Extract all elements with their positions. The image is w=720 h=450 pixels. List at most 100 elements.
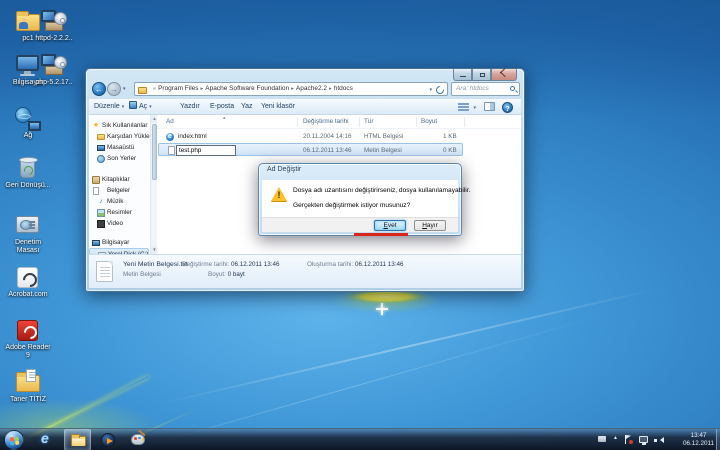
breadcrumb-arrow-icon[interactable]: ▸ [327,86,334,92]
address-bar-row: ← → ▾ «Program Files▸Apache Software Fou… [90,82,520,97]
file-name: index.html [178,130,207,143]
start-button[interactable] [4,430,24,450]
breadcrumb-segment[interactable]: Program Files [158,85,198,92]
details-size: Boyut: 0 bayt [208,270,245,279]
menu-eposta[interactable]: E-posta [210,99,234,114]
computer-icon-small [92,240,100,246]
forward-button[interactable]: → [107,82,121,96]
column-header-modified[interactable]: Değiştirme tarihi [303,116,349,128]
details-modified: Değiştirme tarihi: 06.12.2011 13:46 [182,260,280,269]
rename-input[interactable] [176,145,236,156]
column-header-type[interactable]: Tür [364,116,373,128]
desktop-icon-httpd-installer[interactable]: httpd-2.2.2.. [30,10,78,43]
sidebar-item-downloads[interactable]: Karşıdan Yüklem [89,131,157,142]
refresh-icon[interactable] [434,84,445,95]
navigation-scrollbar[interactable]: ▲ ▼ [150,115,157,254]
show-desktop-button[interactable] [716,429,720,450]
desktop: pc1 httpd-2.2.2.. Bilgisayar php-5.2.17.… [0,0,720,450]
column-header-size[interactable]: Boyut [421,116,437,128]
menu-yaz[interactable]: Yaz [241,99,253,114]
search-box[interactable]: Ara: htdocs [451,82,520,96]
help-icon[interactable]: ? [502,102,513,113]
sidebar-item-videos[interactable]: Video [89,218,157,229]
column-header-name[interactable]: Ad [166,116,174,128]
taskbar-windows-explorer-active[interactable] [64,429,91,450]
sidebar-item-pictures[interactable]: Resimler [89,207,157,218]
address-dropdown-icon[interactable]: ▾ [429,87,432,93]
desktop-icon-label: Taner TİTİZ [4,396,52,404]
recycle-bin-icon [15,157,41,181]
desktop-icon-network[interactable]: Ağ [4,107,52,140]
device-tray-icon[interactable] [598,436,606,442]
installer-icon [41,10,67,34]
no-button[interactable]: Hayır [414,220,446,231]
desktop-icon-adobe-reader[interactable]: Adobe Reader 9 [4,319,52,359]
wallpaper-sparkle [376,303,388,315]
sidebar-item-recent[interactable]: Son Yerler [89,153,157,164]
chevron-down-icon: ▾ [147,104,152,110]
breadcrumb-arrow-icon[interactable]: ▸ [289,86,296,92]
desktop-icon-label: Adobe Reader 9 [4,344,52,359]
sidebar-item-music[interactable]: ♪Müzik [89,196,157,207]
file-modified: 20.11.2004 14:16 [303,130,352,143]
volume-icon[interactable] [660,437,664,443]
action-center-icon[interactable] [625,435,632,444]
rename-dialog: Ad Değiştir Dosya adı uzantısını değişti… [258,163,462,236]
pictures-icon [97,209,105,217]
address-bar[interactable]: «Program Files▸Apache Software Foundatio… [134,82,448,96]
html-file-icon: e [166,133,174,141]
desktop-icon-taner-folder[interactable]: Taner TİTİZ [4,371,52,404]
star-icon: ★ [92,122,100,130]
search-icon[interactable] [510,86,515,91]
scrollbar-thumb[interactable] [152,124,157,180]
dialog-body: Dosya adı uzantısını değiştirirseniz, do… [262,180,458,219]
maximize-button[interactable] [472,69,491,81]
menu-yeni-klasor[interactable]: Yeni klasör [261,99,295,114]
yes-button[interactable]: Evet [374,220,406,231]
desktop-icon-recycle-bin[interactable]: Geri Dönüşü... [4,157,52,190]
taskbar-paint[interactable] [124,429,151,450]
breadcrumb-segment[interactable]: Apache2.2 [296,85,327,92]
text-file-icon-large [96,261,113,282]
file-row-test-php-selected[interactable]: 06.12.2011 13:46 Metin Belgesi 0 KB [158,143,463,156]
desktop-icon-php-installer[interactable]: php-5.2.17.. [30,54,78,87]
show-hidden-icons[interactable]: ▲ [613,435,618,441]
recent-pages-dropdown-icon[interactable]: ▾ [123,86,126,92]
documents-folder-icon [15,371,41,395]
views-dropdown-icon[interactable]: ▾ [473,105,476,111]
menu-yazdir[interactable]: Yazdır [180,99,200,114]
folder-icon [138,87,147,94]
taskbar: e ▲ 13:47 06.12.2011 [0,428,720,450]
preview-pane-icon[interactable] [484,102,495,111]
breadcrumb-overflow-icon[interactable]: « [151,86,158,92]
search-placeholder: Ara: htdocs [456,83,489,95]
navigation-pane: ★Sık Kullanılanlar Karşıdan Yüklem Masaü… [89,115,157,254]
taskbar-media-player[interactable] [94,429,121,450]
recent-places-icon [97,155,105,163]
menu-ac[interactable]: Aç▾ [129,99,152,114]
clock[interactable]: 13:47 06.12.2011 [683,432,714,448]
views-icon[interactable] [458,103,469,111]
taskbar-internet-explorer[interactable]: e [34,429,61,450]
minimize-button[interactable] [453,69,472,81]
sidebar-item-computer[interactable]: Bilgisayar [89,237,157,248]
network-tray-icon[interactable] [639,436,648,443]
breadcrumb-segment[interactable]: Apache Software Foundation [205,85,289,92]
sidebar-item-libraries[interactable]: Kitaplıklar [89,174,157,185]
menu-duzenle[interactable]: Düzenle▾ [94,99,124,114]
back-button[interactable]: ← [92,82,106,96]
red-underline-annotation [354,233,408,236]
desktop-icon-control-panel[interactable]: Denetim Masası [4,214,52,254]
close-button[interactable] [491,69,517,81]
command-bar: Düzenle▾ Aç▾ Yazdır E-posta Yaz Yeni kla… [89,99,521,115]
details-filename: Yeni Metin Belgesi.txt [123,260,188,269]
sidebar-item-documents[interactable]: Belgeler [89,185,157,196]
desktop-icon-acrobat-com[interactable]: Acrobat.com [4,266,52,299]
file-row-index-html[interactable]: e index.html 20.11.2004 14:16 HTML Belge… [158,130,463,143]
breadcrumb[interactable]: «Program Files▸Apache Software Foundatio… [151,83,353,95]
details-pane: Yeni Metin Belgesi.txt Metin Belgesi Değ… [89,254,521,288]
breadcrumb-segment[interactable]: htdocs [334,85,353,92]
installer-icon [41,54,67,78]
sidebar-item-favorites[interactable]: ★Sık Kullanılanlar [89,120,157,131]
sidebar-item-desktop[interactable]: Masaüstü [89,142,157,153]
